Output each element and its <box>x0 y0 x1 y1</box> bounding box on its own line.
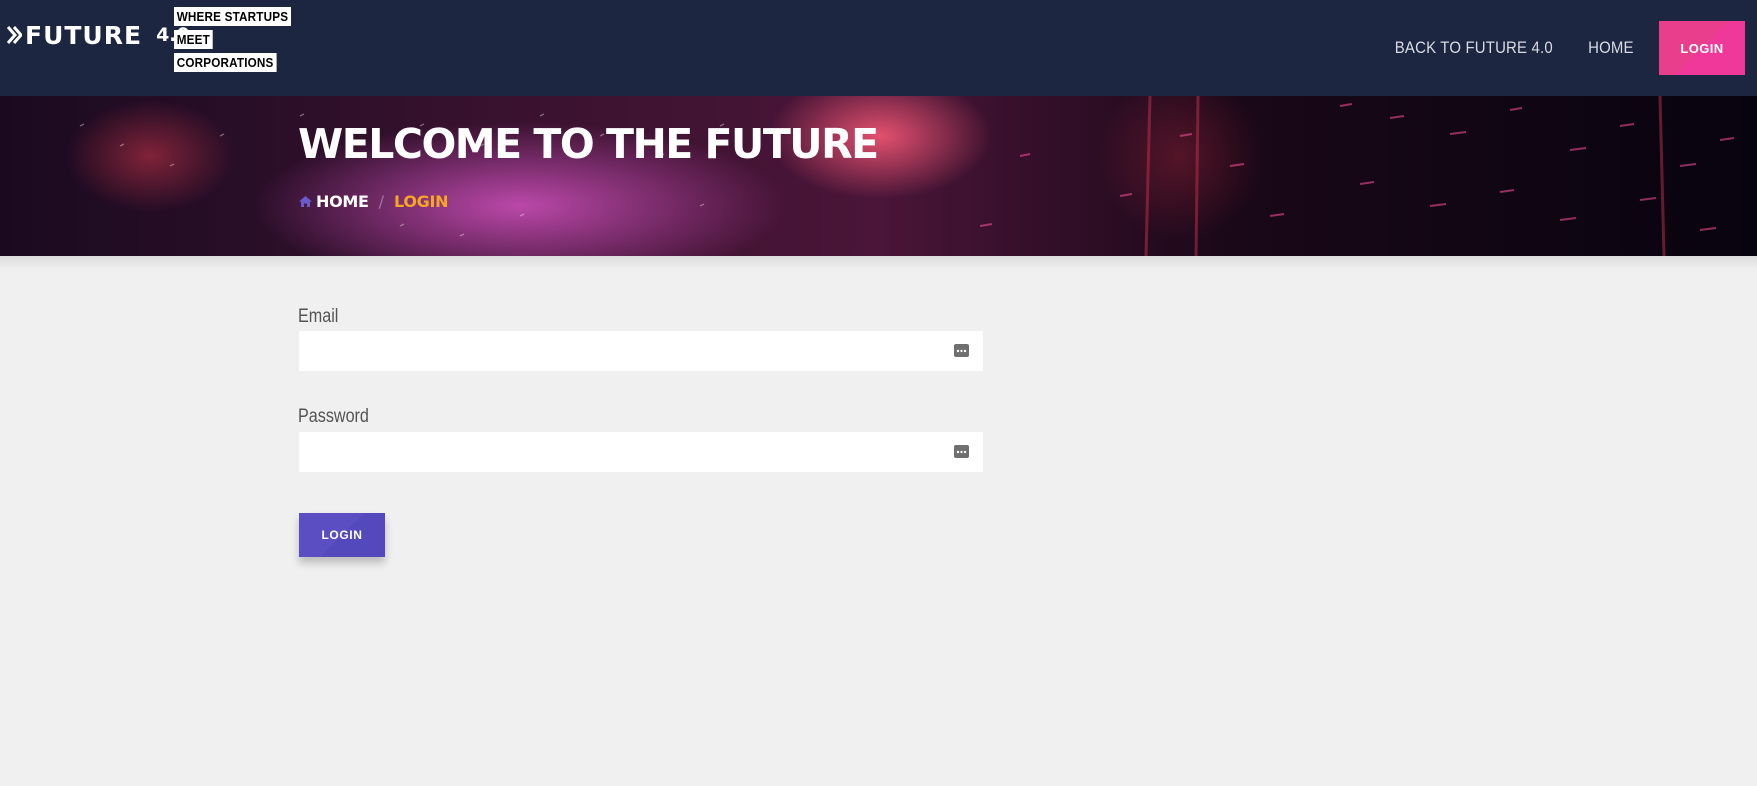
breadcrumb: HOME / LOGIN <box>298 192 449 211</box>
password-label: Password <box>298 406 369 427</box>
login-submit-button[interactable]: LOGIN <box>299 513 385 557</box>
nav-login-button[interactable]: LOGIN <box>1659 21 1745 75</box>
home-icon <box>299 196 312 207</box>
nav-home-link[interactable]: HOME <box>1588 38 1634 58</box>
password-manager-key-icon[interactable] <box>954 344 969 357</box>
password-field-wrapper <box>299 432 983 472</box>
logo-text: FUTURE <box>25 20 143 50</box>
breadcrumb-home-link[interactable]: HOME <box>316 192 369 211</box>
email-field-wrapper <box>299 331 983 371</box>
hero-divider-shadow <box>0 256 1757 270</box>
main-nav: BACK TO FUTURE 4.0 HOME LOGIN <box>1384 0 1757 96</box>
top-navbar: FUTURE 4.0 WHERE STARTUPS MEET CORPORATI… <box>0 0 1757 96</box>
email-field[interactable] <box>299 331 983 371</box>
site-logo[interactable]: FUTURE 4.0 <box>6 18 190 52</box>
password-manager-key-icon[interactable] <box>954 445 969 458</box>
hero-background-image <box>79 96 1735 256</box>
password-field[interactable] <box>299 432 983 472</box>
hero-title: WELCOME TO THE FUTURE <box>298 120 879 168</box>
tagline-line-2: MEET <box>174 30 213 49</box>
breadcrumb-separator: / <box>378 192 385 211</box>
tagline-line-1: WHERE STARTUPS <box>174 7 291 26</box>
breadcrumb-current: LOGIN <box>394 192 449 211</box>
hero-banner: WELCOME TO THE FUTURE HOME / LOGIN <box>0 96 1757 256</box>
tagline-line-3: CORPORATIONS <box>174 53 277 72</box>
nav-back-to-future-link[interactable]: BACK TO FUTURE 4.0 <box>1394 38 1552 58</box>
email-label: Email <box>298 306 339 327</box>
logo-tagline: WHERE STARTUPS MEET CORPORATIONS <box>174 7 304 76</box>
double-chevron-logo-icon <box>6 26 22 44</box>
